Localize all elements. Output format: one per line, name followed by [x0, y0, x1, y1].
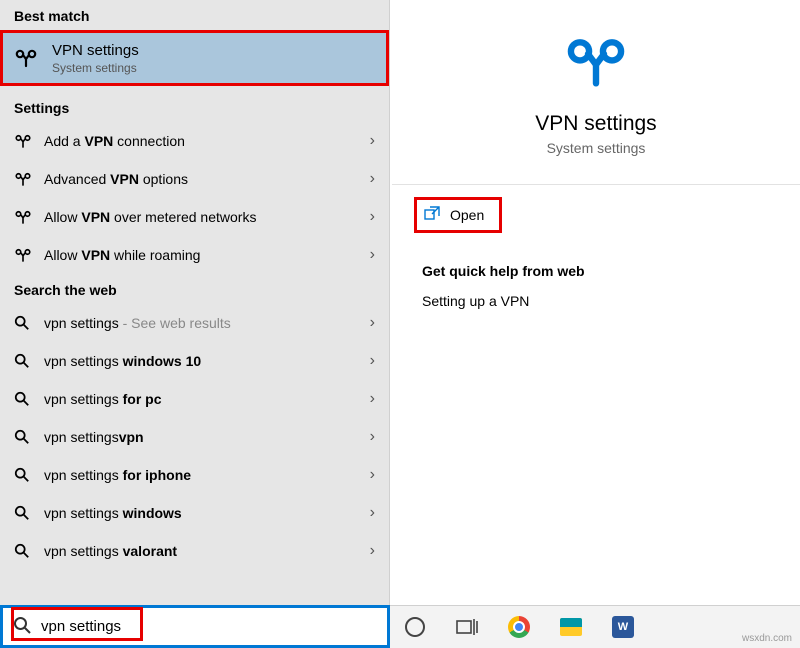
web-result-item[interactable]: vpn settings windows 10› — [0, 342, 389, 380]
web-result-label: vpn settings for pc — [36, 391, 370, 407]
web-result-item[interactable]: vpn settings - See web results› — [0, 304, 389, 342]
settings-item-label: Allow VPN over metered networks — [36, 209, 370, 225]
settings-item[interactable]: Allow VPN while roaming› — [0, 236, 389, 274]
search-icon — [14, 505, 36, 521]
settings-item-label: Allow VPN while roaming — [36, 247, 370, 263]
search-box[interactable] — [0, 605, 390, 648]
vpn-icon — [14, 208, 36, 226]
web-result-item[interactable]: vpn settings valorant› — [0, 532, 389, 570]
search-icon — [14, 315, 36, 331]
chevron-right-icon: › — [370, 246, 375, 264]
web-result-label: vpn settings valorant — [36, 543, 370, 559]
web-result-item[interactable]: vpn settings windows› — [0, 494, 389, 532]
best-match-vpn-settings[interactable]: VPN settings System settings — [0, 30, 389, 86]
word-icon[interactable]: W — [610, 614, 636, 640]
cortana-icon[interactable] — [402, 614, 428, 640]
open-button[interactable]: Open — [414, 197, 502, 233]
chevron-right-icon: › — [370, 542, 375, 560]
web-result-label: vpn settingsvpn — [36, 429, 370, 445]
search-web-header: Search the web — [0, 274, 389, 304]
chrome-icon[interactable] — [506, 614, 532, 640]
best-match-text: VPN settings System settings — [52, 42, 139, 75]
settings-item[interactable]: Allow VPN over metered networks› — [0, 198, 389, 236]
settings-list: Add a VPN connection›Advanced VPN option… — [0, 122, 389, 274]
vpn-icon — [14, 170, 36, 188]
web-result-label: vpn settings windows — [36, 505, 370, 521]
settings-item[interactable]: Add a VPN connection› — [0, 122, 389, 160]
vpn-icon — [14, 46, 38, 70]
chevron-right-icon: › — [370, 504, 375, 522]
vpn-icon — [14, 246, 36, 264]
search-icon — [14, 467, 36, 483]
chevron-right-icon: › — [370, 390, 375, 408]
chevron-right-icon: › — [370, 132, 375, 150]
web-results-list: vpn settings - See web results›vpn setti… — [0, 304, 389, 570]
vpn-icon — [14, 132, 36, 150]
web-result-label: vpn settings windows 10 — [36, 353, 370, 369]
taskbar: W — [390, 605, 800, 648]
chevron-right-icon: › — [370, 208, 375, 226]
preview-title: VPN settings — [392, 112, 800, 136]
task-view-icon[interactable] — [454, 614, 480, 640]
web-result-label: vpn settings for iphone — [36, 467, 370, 483]
chevron-right-icon: › — [370, 352, 375, 370]
chevron-right-icon: › — [370, 428, 375, 446]
preview-panel: VPN settings System settings Open Get qu… — [392, 0, 800, 605]
open-icon — [424, 206, 440, 225]
search-results-panel: Best match VPN settings System settings … — [0, 0, 390, 605]
web-result-label: vpn settings - See web results — [36, 315, 370, 331]
best-match-subtitle: System settings — [52, 61, 139, 75]
search-icon — [14, 429, 36, 445]
best-match-title: VPN settings — [52, 42, 139, 59]
search-icon — [14, 391, 36, 407]
search-icon — [14, 543, 36, 559]
preview-header: VPN settings System settings — [392, 30, 800, 156]
settings-header: Settings — [0, 92, 389, 122]
preview-subtitle: System settings — [392, 140, 800, 156]
open-label: Open — [450, 207, 484, 223]
settings-item-label: Add a VPN connection — [36, 133, 370, 149]
settings-item[interactable]: Advanced VPN options› — [0, 160, 389, 198]
best-match-header: Best match — [0, 0, 389, 30]
divider — [392, 184, 800, 185]
watermark: wsxdn.com — [742, 633, 792, 644]
search-icon — [13, 616, 31, 637]
chevron-right-icon: › — [370, 170, 375, 188]
chevron-right-icon: › — [370, 314, 375, 332]
web-result-item[interactable]: vpn settings for iphone› — [0, 456, 389, 494]
quick-help-header: Get quick help from web — [422, 263, 800, 279]
chevron-right-icon: › — [370, 466, 375, 484]
search-input[interactable] — [41, 618, 377, 635]
file-explorer-icon[interactable] — [558, 614, 584, 640]
settings-item-label: Advanced VPN options — [36, 171, 370, 187]
help-link-setting-up-vpn[interactable]: Setting up a VPN — [422, 293, 800, 309]
search-icon — [14, 353, 36, 369]
vpn-icon-large — [392, 30, 800, 94]
web-result-item[interactable]: vpn settings for pc› — [0, 380, 389, 418]
web-result-item[interactable]: vpn settingsvpn› — [0, 418, 389, 456]
